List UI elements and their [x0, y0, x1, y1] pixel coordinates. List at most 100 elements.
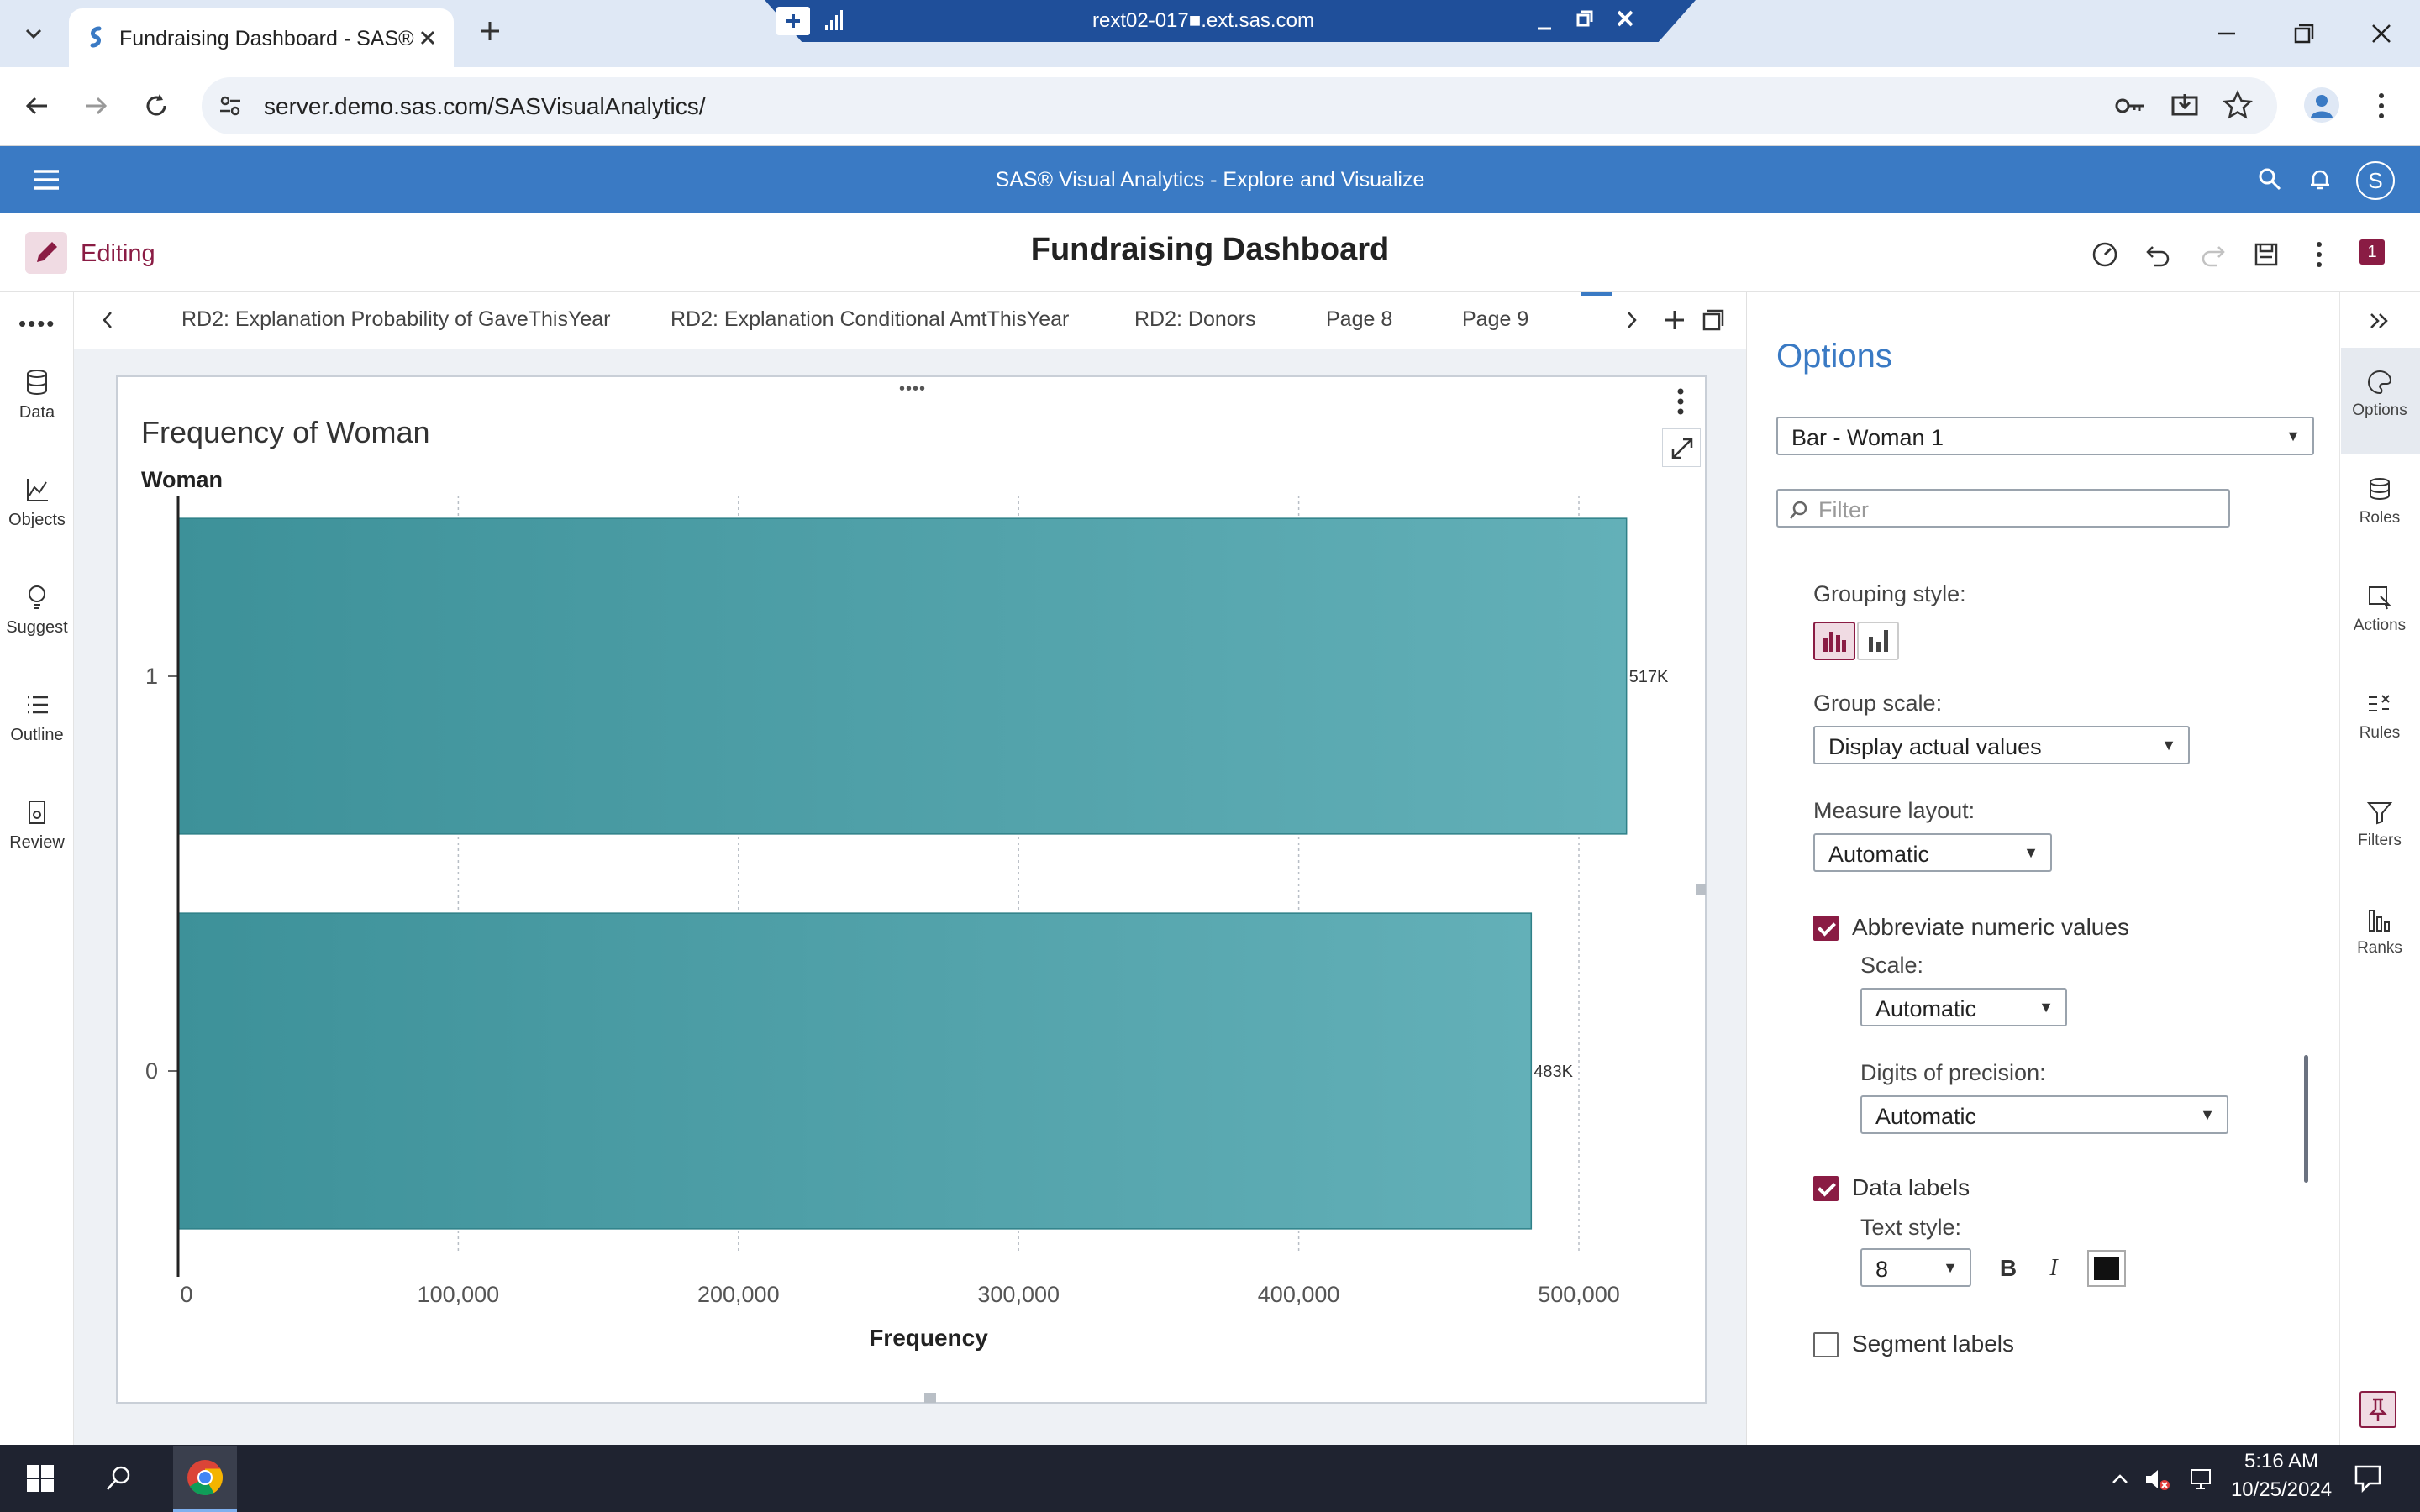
- font-size-select[interactable]: 8 ▼: [1860, 1248, 1971, 1287]
- text-style-label: Text style:: [1860, 1215, 1962, 1240]
- bookmark-star-icon[interactable]: [2222, 89, 2254, 121]
- scale-label: Scale:: [1860, 953, 1924, 978]
- restore-remote-icon[interactable]: [1573, 7, 1597, 30]
- chevron-left-icon[interactable]: [97, 307, 118, 333]
- user-avatar[interactable]: S: [2356, 161, 2395, 200]
- install-app-icon[interactable]: [2170, 91, 2200, 121]
- tray-chevron-up-icon[interactable]: [2109, 1468, 2131, 1490]
- reload-icon[interactable]: [141, 91, 171, 121]
- tab-rd2-explanation-conditional[interactable]: RD2: Explanation Conditional AmtThisYear: [671, 307, 1069, 332]
- chevron-right-icon[interactable]: [1622, 307, 1642, 333]
- close-tab-icon[interactable]: [418, 29, 437, 47]
- rail-label-objects: Objects: [8, 511, 66, 529]
- data-labels-label[interactable]: Data labels: [1852, 1174, 1970, 1201]
- rail-item-ranks[interactable]: Ranks: [2339, 906, 2420, 958]
- report-page-badge[interactable]: 1: [2360, 239, 2385, 265]
- abbreviate-numeric-label[interactable]: Abbreviate numeric values: [1852, 914, 2129, 941]
- search-icon[interactable]: [2257, 166, 2282, 192]
- volume-muted-icon[interactable]: [2143, 1465, 2171, 1494]
- grouping-stacked-button[interactable]: [1857, 622, 1899, 660]
- y-tick-label-1: 1: [145, 664, 158, 689]
- pin-icon[interactable]: [776, 7, 810, 35]
- forward-icon[interactable]: [81, 91, 111, 121]
- window-close-icon[interactable]: [2368, 20, 2395, 47]
- network-icon[interactable]: [2188, 1465, 2217, 1494]
- page-menu-icon[interactable]: [1701, 307, 1726, 333]
- segment-labels-checkbox[interactable]: [1813, 1332, 1839, 1357]
- taskbar-chrome-button[interactable]: [173, 1446, 237, 1512]
- rail-item-review[interactable]: Review: [0, 798, 74, 853]
- object-menu-icon[interactable]: [1672, 385, 1689, 418]
- rail-label-data: Data: [18, 403, 55, 422]
- rail-label-actions: Actions: [2353, 617, 2407, 634]
- drag-handle-icon[interactable]: ••••: [899, 380, 926, 399]
- digits-precision-value: Automatic: [1876, 1104, 1977, 1129]
- abbreviate-numeric-checkbox[interactable]: [1813, 916, 1839, 941]
- segment-labels-label[interactable]: Segment labels: [1852, 1331, 2014, 1357]
- back-icon[interactable]: [22, 91, 52, 121]
- new-tab-button[interactable]: [477, 18, 502, 44]
- windows-start-icon[interactable]: [25, 1463, 55, 1494]
- save-icon[interactable]: [2252, 240, 2281, 269]
- object-select[interactable]: Bar - Woman 1 ▼: [1776, 417, 2314, 455]
- taskbar-date[interactable]: 10/25/2024: [2218, 1478, 2344, 1502]
- bold-button[interactable]: B: [1991, 1252, 2025, 1285]
- rail-item-options[interactable]: Options: [2339, 368, 2420, 420]
- group-scale-select[interactable]: Display actual values ▼: [1813, 726, 2190, 764]
- url-text[interactable]: server.demo.sas.com/SASVisualAnalytics/: [264, 93, 705, 120]
- x-tick-label: 200,000: [697, 1282, 780, 1307]
- rail-label-rules: Rules: [2359, 724, 2401, 742]
- undo-icon[interactable]: [2144, 240, 2173, 269]
- tab-rd2-explanation-probability[interactable]: RD2: Explanation Probability of GaveThis…: [182, 307, 610, 332]
- close-remote-icon[interactable]: [1613, 7, 1637, 30]
- bell-icon[interactable]: [2307, 166, 2333, 192]
- options-scroll-area[interactable]: Grouping style: Group scale: Display act…: [1776, 546, 2319, 1420]
- scale-select[interactable]: Automatic ▼: [1860, 988, 2067, 1026]
- notification-center-icon[interactable]: [2353, 1463, 2383, 1494]
- taskbar-time[interactable]: 5:16 AM: [2218, 1450, 2344, 1473]
- tab-overflow-partial[interactable]: [1581, 292, 1612, 346]
- collapse-pane-icon[interactable]: [2366, 307, 2393, 334]
- rail-item-rules[interactable]: Rules: [2339, 690, 2420, 743]
- pin-pane-button[interactable]: [2360, 1391, 2396, 1428]
- browser-menu-icon[interactable]: [2373, 89, 2390, 123]
- window-minimize-icon[interactable]: [2213, 20, 2240, 47]
- site-info-icon[interactable]: [217, 92, 244, 119]
- grouping-clustered-button[interactable]: [1813, 622, 1855, 660]
- text-color-button[interactable]: [2087, 1250, 2126, 1287]
- rail-overflow-icon[interactable]: ••••: [18, 311, 55, 337]
- tab-page-8[interactable]: Page 8: [1326, 307, 1392, 332]
- tab-page-9[interactable]: Page 9: [1462, 307, 1528, 332]
- options-scrollbar-thumb[interactable]: [2304, 1055, 2308, 1183]
- resize-handle-bottom[interactable]: [924, 1393, 936, 1403]
- redo-icon[interactable]: [2198, 240, 2227, 269]
- scale-value: Automatic: [1876, 996, 1977, 1021]
- dashboard-gauge-icon[interactable]: [2091, 240, 2119, 269]
- maximize-button[interactable]: [1662, 428, 1701, 467]
- resize-handle-right[interactable]: [1696, 884, 1706, 895]
- password-key-icon[interactable]: [2114, 92, 2148, 119]
- chrome-icon: [187, 1460, 224, 1496]
- rail-item-outline[interactable]: Outline: [0, 690, 74, 745]
- rail-item-data[interactable]: Data: [0, 368, 74, 423]
- taskbar-search-icon[interactable]: [104, 1463, 134, 1494]
- italic-button[interactable]: I: [2037, 1252, 2070, 1285]
- window-restore-icon[interactable]: [2291, 20, 2317, 47]
- add-page-icon[interactable]: [1662, 307, 1687, 333]
- browser-tab-active[interactable]: Fundraising Dashboard - SAS®: [69, 8, 454, 67]
- data-labels-checkbox[interactable]: [1813, 1176, 1839, 1201]
- windows-taskbar: [0, 1445, 2420, 1512]
- rail-item-suggest[interactable]: Suggest: [0, 583, 74, 638]
- measure-layout-select[interactable]: Automatic ▼: [1813, 833, 2052, 872]
- rail-item-actions[interactable]: Actions: [2339, 583, 2420, 635]
- tab-list-button[interactable]: [17, 17, 50, 50]
- filter-input[interactable]: Filter: [1776, 489, 2230, 528]
- profile-avatar[interactable]: [2304, 87, 2339, 123]
- tab-rd2-donors[interactable]: RD2: Donors: [1134, 307, 1256, 332]
- digits-precision-select[interactable]: Automatic ▼: [1860, 1095, 2228, 1134]
- minimize-remote-icon[interactable]: [1533, 10, 1556, 34]
- rail-item-roles[interactable]: Roles: [2339, 475, 2420, 528]
- rail-item-filters[interactable]: Filters: [2339, 798, 2420, 850]
- rail-item-objects[interactable]: Objects: [0, 475, 74, 530]
- more-options-icon[interactable]: [2311, 239, 2328, 270]
